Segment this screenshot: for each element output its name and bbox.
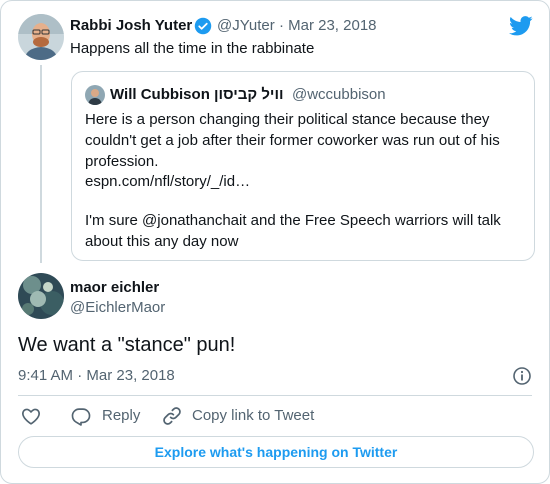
parent-tweet-text: Happens all the time in the rabbinate (70, 40, 315, 57)
parent-author-handle[interactable]: @JYuter · Mar 23, 2018 (217, 17, 377, 34)
twitter-bird-icon[interactable] (509, 16, 533, 36)
main-tweet-time[interactable]: 9:41 AM (18, 367, 73, 384)
link-icon (163, 407, 181, 425)
parent-author-avatar[interactable] (18, 14, 64, 60)
quoted-text-line-4: I'm sure @jonathanchait and the Free Spe… (85, 212, 501, 229)
quoted-author-handle[interactable]: @wccubbison (292, 86, 386, 103)
parent-date[interactable]: Mar 23, 2018 (288, 17, 376, 34)
info-icon[interactable] (512, 366, 532, 386)
main-date-separator: · (77, 367, 83, 384)
main-author-name[interactable]: maor eichler (70, 279, 159, 296)
quoted-text-line-1: Here is a person changing their politica… (85, 111, 490, 128)
main-tweet-text: We want a "stance" pun! (18, 334, 236, 356)
main-tweet-date[interactable]: Mar 23, 2018 (86, 367, 174, 384)
reply-icon (71, 408, 91, 426)
quoted-author-name[interactable]: Will Cubbison וויל קביסון (110, 86, 284, 103)
quoted-text-line-3: profession. (85, 153, 159, 170)
quoted-text-line-2: couldn't get a job after their former co… (85, 132, 500, 149)
main-author-handle[interactable]: @EichlerMaor (70, 299, 165, 316)
reply-label: Reply (102, 407, 141, 424)
quoted-text-line-5: about this any day now (85, 233, 239, 250)
divider (18, 395, 532, 396)
parent-handle-text[interactable]: @JYuter (217, 17, 275, 34)
heart-icon (22, 408, 40, 425)
quoted-tweet[interactable]: Will Cubbison וויל קביסון @wccubbison He… (71, 71, 535, 261)
parent-author-name[interactable]: Rabbi Josh Yuter (70, 17, 192, 34)
tweet-embed-card: Rabbi Josh Yuter @JYuter · Mar 23, 2018 … (0, 0, 550, 484)
parent-date-separator: · (278, 17, 284, 34)
copy-link-label: Copy link to Tweet (192, 407, 315, 424)
explore-twitter-button[interactable]: Explore what's happening on Twitter (18, 436, 534, 468)
main-tweet-timestamp[interactable]: 9:41 AM · Mar 23, 2018 (18, 367, 175, 384)
thread-connector-line (40, 65, 42, 263)
like-button[interactable] (20, 405, 42, 427)
main-author-avatar[interactable] (18, 273, 64, 319)
quoted-author-avatar[interactable] (85, 85, 105, 105)
verified-badge-icon (194, 17, 212, 35)
quoted-link[interactable]: espn.com/nfl/story/_/id… (85, 173, 250, 190)
